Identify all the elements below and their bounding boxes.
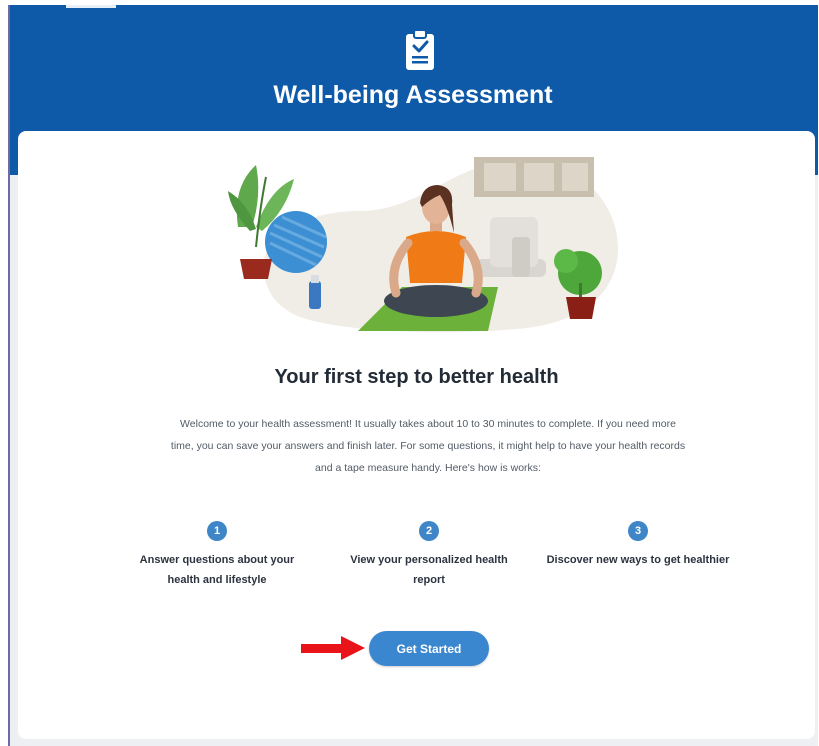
step-text: View your personalized health report: [350, 554, 508, 586]
assessment-card: Your first step to better health Welcome…: [18, 131, 815, 739]
step-2: 2 View your personalized health report: [334, 521, 524, 590]
window-border: [8, 5, 10, 746]
step-number-badge: 1: [207, 521, 227, 541]
yoga-illustration: [228, 157, 619, 333]
step-text: Answer questions about your health and l…: [139, 554, 295, 586]
app-window: Well-being Assessment Your first step to…: [8, 5, 818, 746]
page-title: Well-being Assessment: [273, 81, 553, 109]
intro-paragraph: Welcome to your health assessment! It us…: [170, 418, 686, 474]
header-tab-indicator: [66, 5, 116, 8]
headline: Your first step to better health: [274, 366, 559, 388]
clipboard-check-icon: [406, 29, 434, 70]
step-number-badge: 3: [628, 521, 648, 541]
step-1: 1 Answer questions about your health and…: [122, 521, 312, 590]
get-started-button[interactable]: Get Started: [369, 631, 489, 666]
red-arrow-icon: [301, 636, 365, 660]
step-number-badge: 2: [419, 521, 439, 541]
step-3: 3 Discover new ways to get healthier: [543, 521, 733, 570]
step-text: Discover new ways to get healthier: [546, 554, 730, 566]
